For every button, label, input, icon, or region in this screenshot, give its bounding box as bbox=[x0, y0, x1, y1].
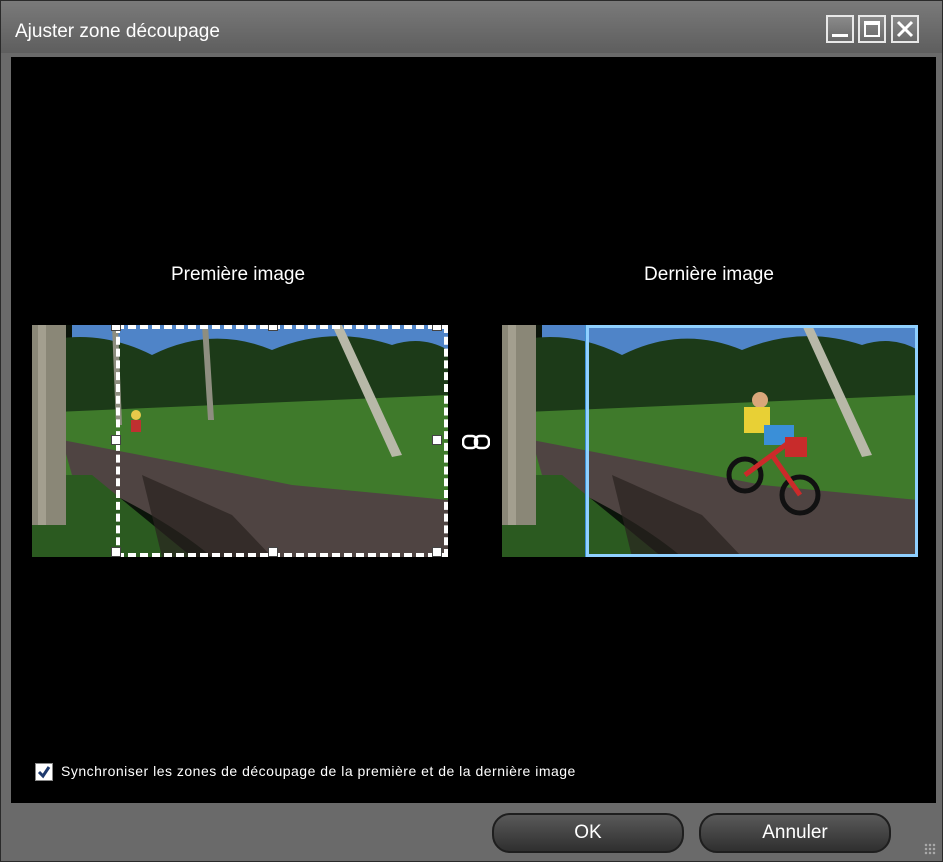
crop-handle-bottom-middle[interactable] bbox=[268, 547, 278, 557]
crop-handle-bottom-right[interactable] bbox=[432, 547, 442, 557]
first-image-preview bbox=[32, 325, 448, 557]
crop-frame[interactable] bbox=[116, 325, 448, 557]
crop-handle-bottom-left[interactable] bbox=[111, 547, 121, 557]
sync-checkbox-label: Synchroniser les zones de découpage de l… bbox=[61, 763, 576, 779]
last-image-preview bbox=[502, 325, 918, 557]
crop-handle-left-middle[interactable] bbox=[111, 435, 121, 445]
ok-button[interactable]: OK bbox=[492, 813, 684, 853]
cancel-button[interactable]: Annuler bbox=[699, 813, 891, 853]
window-title: Ajuster zone découpage bbox=[15, 21, 220, 42]
crop-handle-right-middle[interactable] bbox=[432, 435, 442, 445]
preview-area: Première image Dernière image Synchronis… bbox=[11, 57, 936, 803]
sync-checkbox[interactable] bbox=[35, 763, 53, 781]
last-image-caption: Dernière image bbox=[644, 264, 774, 285]
crop-handle-top-left[interactable] bbox=[111, 325, 121, 331]
maximize-icon[interactable] bbox=[858, 15, 886, 43]
close-icon[interactable] bbox=[891, 15, 919, 43]
resize-grip-icon[interactable] bbox=[924, 843, 936, 855]
link-icon[interactable] bbox=[461, 433, 491, 456]
crop-handle-top-middle[interactable] bbox=[268, 325, 278, 331]
crop-dialog: Ajuster zone découpage Première image De… bbox=[0, 0, 943, 862]
minimize-icon[interactable] bbox=[826, 15, 854, 43]
crop-handle-top-right[interactable] bbox=[432, 325, 442, 331]
title-bar[interactable]: Ajuster zone découpage bbox=[1, 1, 942, 53]
crop-selection-frame[interactable] bbox=[586, 325, 918, 557]
first-image-caption: Première image bbox=[170, 264, 306, 285]
